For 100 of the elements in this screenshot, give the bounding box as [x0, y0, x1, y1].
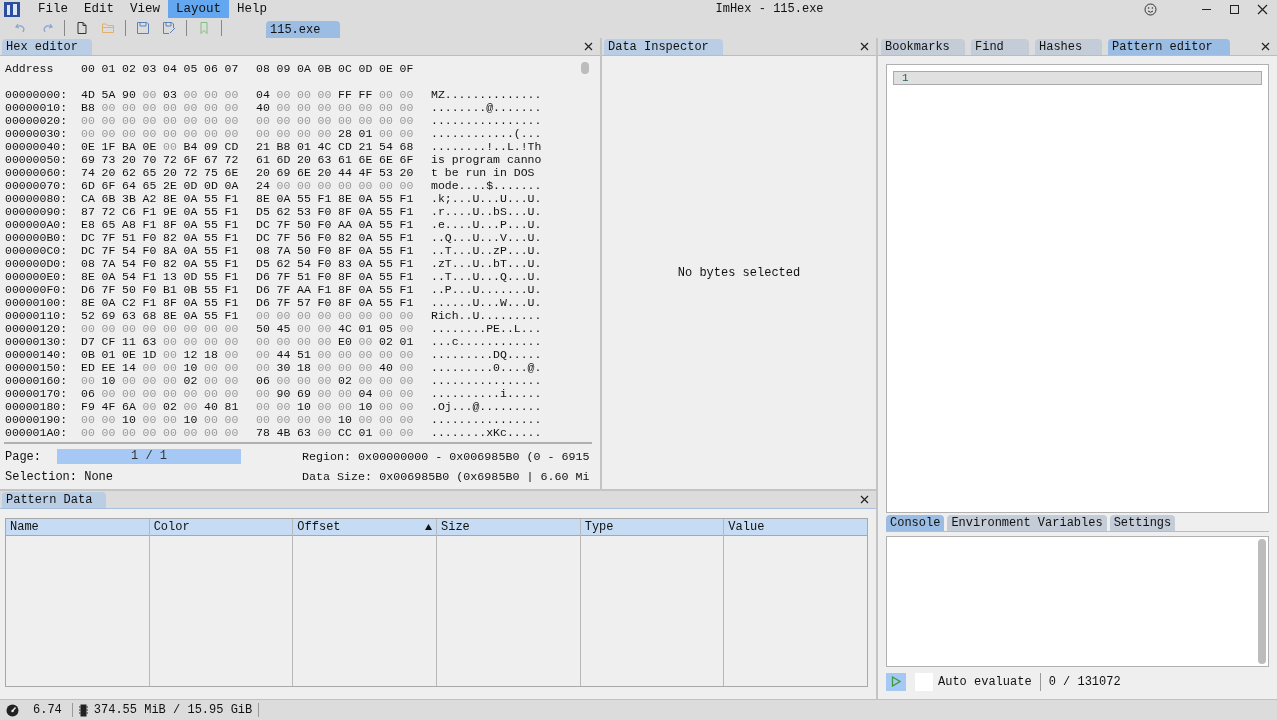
hex-byte[interactable]: 20 — [122, 153, 143, 166]
hex-byte[interactable]: F1 — [224, 231, 245, 244]
hex-byte[interactable]: 8F — [338, 244, 359, 257]
hex-byte[interactable]: E0 — [338, 335, 359, 348]
hex-byte[interactable]: 55 — [204, 309, 225, 322]
hex-byte[interactable]: 61 — [256, 153, 277, 166]
hex-byte[interactable]: 62 — [122, 166, 143, 179]
hex-byte[interactable]: 40 — [379, 361, 400, 374]
hex-byte[interactable]: 82 — [163, 257, 184, 270]
hex-byte[interactable]: D5 — [256, 257, 277, 270]
hex-byte[interactable]: 54 — [122, 257, 143, 270]
hex-byte[interactable]: FF — [358, 88, 379, 101]
hex-byte[interactable]: 01 — [399, 335, 420, 348]
scrollbar[interactable] — [581, 62, 589, 74]
hex-byte[interactable]: AA — [297, 283, 318, 296]
hex-byte[interactable]: 7F — [276, 283, 297, 296]
hex-byte[interactable]: 0A — [358, 231, 379, 244]
hex-byte[interactable]: 4F — [101, 400, 122, 413]
redo-icon[interactable] — [40, 21, 54, 35]
hex-byte[interactable]: 90 — [276, 387, 297, 400]
hex-byte[interactable]: 21 — [256, 140, 277, 153]
hex-byte[interactable]: 18 — [297, 361, 318, 374]
console-tab[interactable]: Settings — [1109, 515, 1176, 531]
hex-byte[interactable]: F1 — [224, 257, 245, 270]
hex-byte[interactable]: F1 — [399, 257, 420, 270]
panel-tab[interactable]: Bookmarks — [881, 39, 965, 55]
hex-byte[interactable]: 82 — [163, 231, 184, 244]
hex-byte[interactable]: 78 — [256, 426, 277, 439]
hex-byte[interactable]: 02 — [338, 374, 359, 387]
hex-byte[interactable]: B4 — [183, 140, 204, 153]
hex-byte[interactable]: F1 — [399, 231, 420, 244]
hex-byte[interactable]: D6 — [256, 296, 277, 309]
hex-byte[interactable]: 51 — [297, 348, 318, 361]
hex-byte[interactable]: 7A — [101, 257, 122, 270]
menu-item[interactable]: View — [122, 0, 169, 18]
hex-byte[interactable]: 82 — [338, 231, 359, 244]
hex-byte[interactable]: 0D — [183, 270, 204, 283]
hex-byte[interactable]: 0A — [183, 192, 204, 205]
hex-byte[interactable]: 8E — [163, 192, 184, 205]
hex-byte[interactable]: 8F — [163, 218, 184, 231]
hex-byte[interactable]: 72 — [101, 205, 122, 218]
hex-byte[interactable]: 51 — [297, 270, 318, 283]
hex-byte[interactable]: 0A — [276, 192, 297, 205]
hex-byte[interactable]: DC — [81, 244, 102, 257]
hex-byte[interactable]: B8 — [81, 101, 102, 114]
hex-byte[interactable]: 69 — [297, 387, 318, 400]
hex-byte[interactable]: 02 — [379, 335, 400, 348]
hex-byte[interactable]: 55 — [297, 192, 318, 205]
hex-byte[interactable]: 63 — [297, 426, 318, 439]
hex-byte[interactable]: 69 — [276, 166, 297, 179]
smiley-icon[interactable] — [1144, 2, 1157, 16]
hex-byte[interactable]: 06 — [81, 387, 102, 400]
hex-byte[interactable]: 10 — [122, 413, 143, 426]
hex-byte[interactable]: 10 — [358, 400, 379, 413]
hex-byte[interactable]: CD — [338, 140, 359, 153]
hex-byte[interactable]: 7A — [276, 244, 297, 257]
hex-byte[interactable]: 72 — [183, 166, 204, 179]
hex-byte[interactable]: EE — [101, 361, 122, 374]
hex-byte[interactable]: 4B — [276, 426, 297, 439]
hex-byte[interactable]: 55 — [204, 192, 225, 205]
hex-byte[interactable]: 0A — [358, 283, 379, 296]
hex-byte[interactable]: 01 — [101, 348, 122, 361]
hex-byte[interactable]: 5A — [101, 88, 122, 101]
hex-byte[interactable]: E8 — [81, 218, 102, 231]
hex-byte[interactable]: 14 — [122, 361, 143, 374]
menu-item[interactable]: Edit — [76, 0, 123, 18]
hex-byte[interactable]: 06 — [256, 374, 277, 387]
hex-byte[interactable]: 8A — [163, 244, 184, 257]
hex-byte[interactable]: 0A — [358, 205, 379, 218]
hex-byte[interactable]: 6E — [224, 166, 245, 179]
hex-byte[interactable]: F9 — [81, 400, 102, 413]
hex-byte[interactable]: F0 — [317, 257, 338, 270]
hex-byte[interactable]: 6F — [101, 179, 122, 192]
hex-byte[interactable]: 8E — [256, 192, 277, 205]
hex-byte[interactable]: 65 — [142, 179, 163, 192]
hex-byte[interactable]: 0A — [358, 296, 379, 309]
hex-byte[interactable]: 01 — [297, 140, 318, 153]
hex-byte[interactable]: F0 — [142, 257, 163, 270]
hex-byte[interactable]: 0A — [183, 309, 204, 322]
hex-byte[interactable]: F1 — [224, 270, 245, 283]
save-icon[interactable] — [136, 21, 150, 35]
hex-byte[interactable]: 0A — [183, 244, 204, 257]
hex-byte[interactable]: 10 — [101, 374, 122, 387]
hex-byte[interactable]: D7 — [81, 335, 102, 348]
hex-byte[interactable]: 0A — [183, 257, 204, 270]
hex-byte[interactable]: 9E — [163, 205, 184, 218]
hex-byte[interactable]: 8E — [163, 309, 184, 322]
hex-byte[interactable]: F0 — [142, 231, 163, 244]
hex-byte[interactable]: 08 — [81, 257, 102, 270]
hex-byte[interactable]: F1 — [399, 192, 420, 205]
hex-byte[interactable]: 81 — [224, 400, 245, 413]
hex-byte[interactable]: F1 — [399, 244, 420, 257]
hex-byte[interactable]: 02 — [183, 374, 204, 387]
hex-byte[interactable]: 61 — [338, 153, 359, 166]
undo-icon[interactable] — [14, 21, 28, 35]
hex-byte[interactable]: F0 — [142, 244, 163, 257]
hex-byte[interactable]: 50 — [122, 283, 143, 296]
hex-byte[interactable]: 67 — [204, 153, 225, 166]
hex-byte[interactable]: 54 — [297, 257, 318, 270]
hex-byte[interactable]: 1F — [101, 140, 122, 153]
